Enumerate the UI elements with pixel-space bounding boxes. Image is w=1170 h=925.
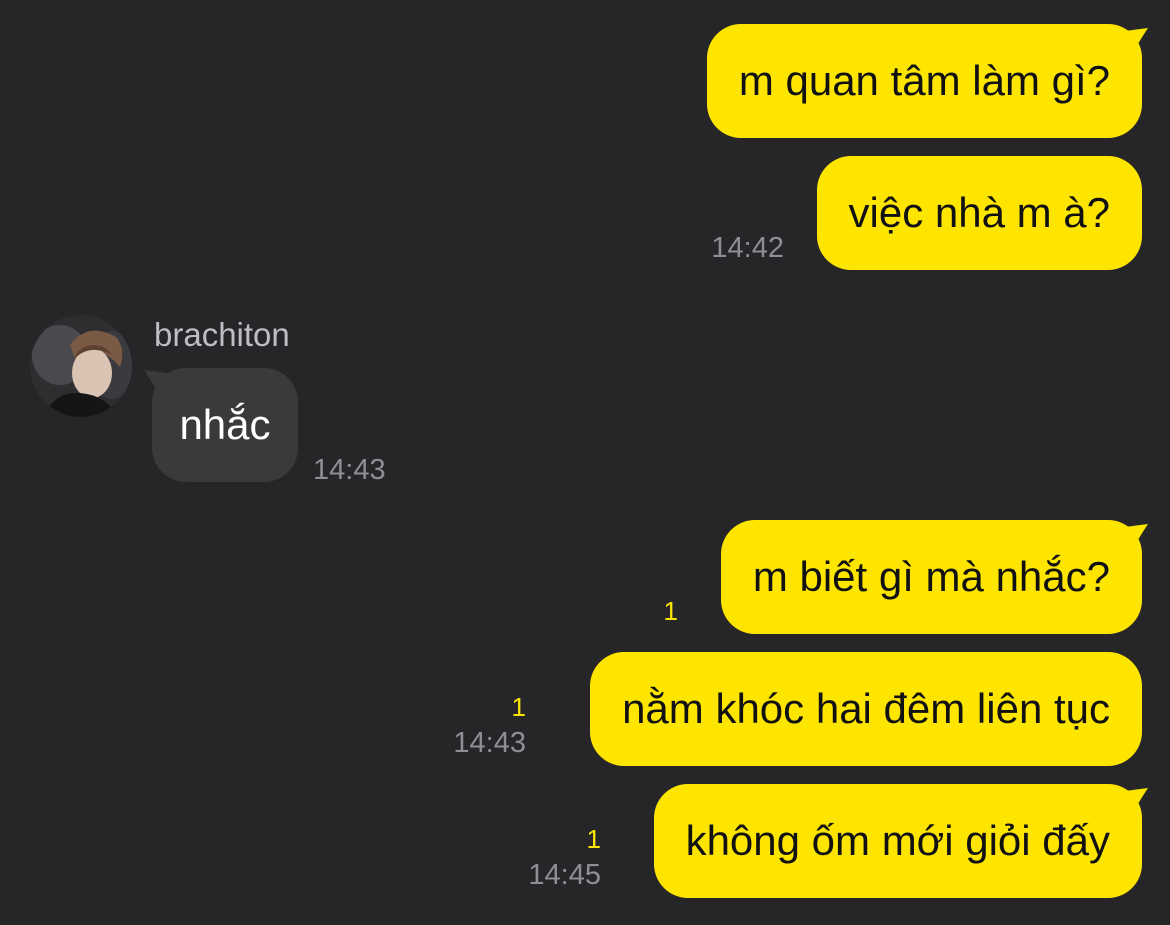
message-bubble-outgoing[interactable]: không ốm mới giỏi đấy [653,784,1142,898]
unread-count: 1 [663,596,678,626]
message-bubble-outgoing[interactable]: nằm khóc hai đêm liên tục [590,652,1142,766]
sender-name: brachiton [154,316,290,353]
message-text: m biết gì mà nhắc? [752,553,1110,600]
unread-count: 1 [586,824,601,854]
message-text: việc nhà m à? [848,189,1110,236]
message-text: không ốm mới giỏi đấy [685,817,1110,864]
contact-avatar[interactable] [30,315,132,417]
message-text: nhắc [179,401,271,448]
message-bubble-outgoing[interactable]: m quan tâm làm gì? [706,24,1142,138]
message-timestamp: 14:43 [453,727,526,759]
message-bubble-incoming[interactable]: nhắc [152,368,298,482]
message-bubble-outgoing[interactable]: việc nhà m à? [816,156,1142,270]
bubble-tail-icon [1118,524,1148,550]
message-timestamp: 14:42 [711,232,784,264]
bubble-tail-icon [1118,788,1148,814]
message-text: m quan tâm làm gì? [738,57,1110,104]
bubble-tail-icon [1118,28,1148,54]
unread-count: 1 [511,692,526,722]
message-bubble-outgoing[interactable]: m biết gì mà nhắc? [720,520,1142,634]
message-text: nằm khóc hai đêm liên tục [622,685,1110,732]
avatar-photo-icon [30,315,132,417]
message-timestamp: 14:45 [528,859,601,891]
message-timestamp: 14:43 [313,454,386,486]
